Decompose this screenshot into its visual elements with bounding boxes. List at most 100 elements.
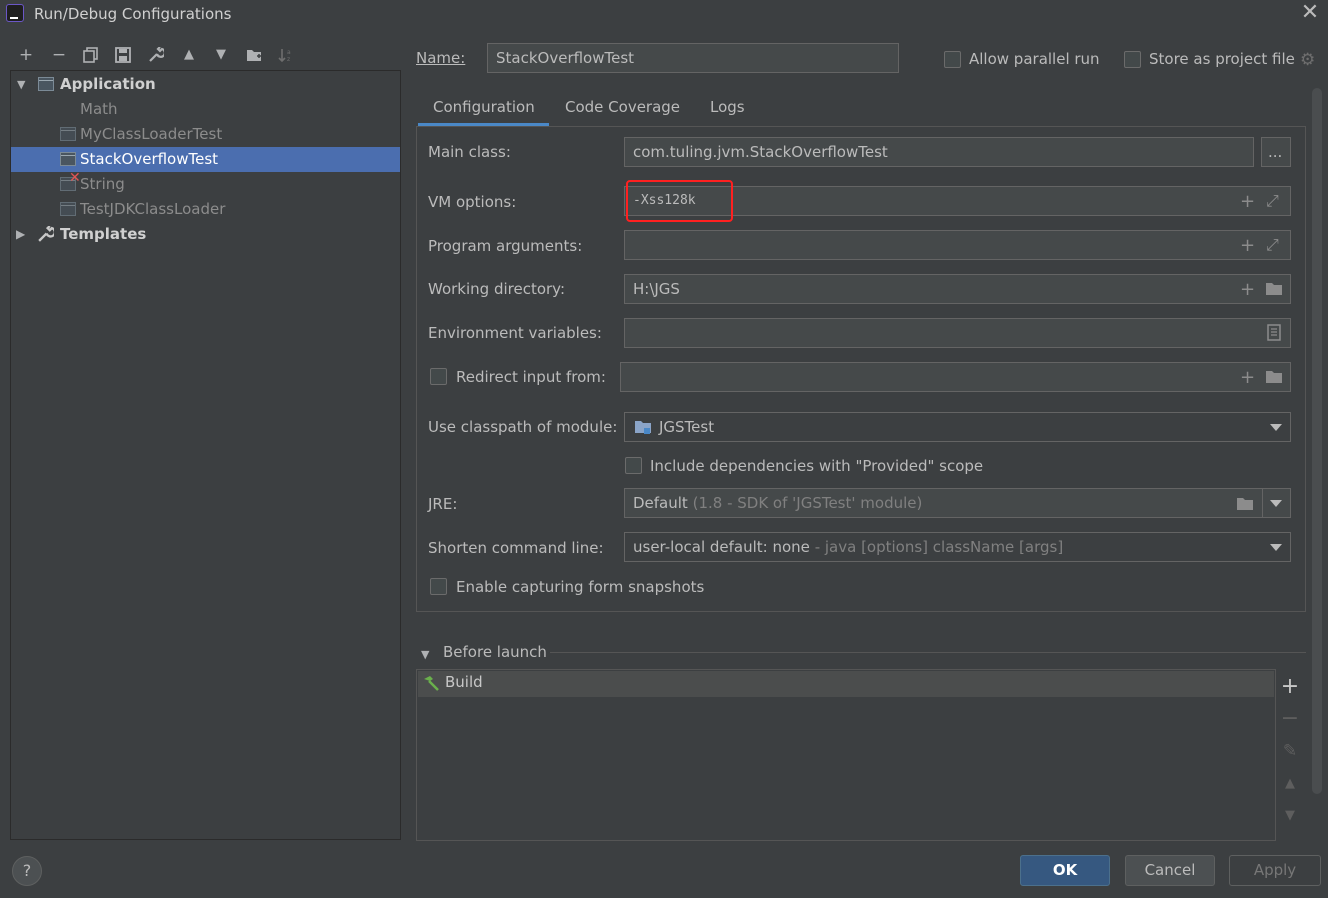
tree-group-application[interactable]: ▼ Application (11, 72, 400, 97)
chevron-down-icon[interactable] (1270, 424, 1282, 431)
shorten-value: user-local default: none (633, 538, 810, 556)
cancel-button[interactable]: Cancel (1125, 855, 1215, 886)
divider (1262, 489, 1263, 517)
name-input[interactable]: StackOverflowTest (487, 43, 899, 73)
tab-code-coverage[interactable]: Code Coverage (565, 96, 680, 126)
copy-icon[interactable] (80, 44, 102, 66)
scrollbar[interactable] (1312, 88, 1322, 794)
move-down-icon[interactable]: ▼ (210, 44, 232, 66)
title-bar: Run/Debug Configurations ✕ (0, 0, 1328, 30)
store-project-label: Store as project file (1149, 50, 1295, 68)
remove-icon[interactable]: − (1280, 706, 1300, 731)
tab-logs[interactable]: Logs (710, 96, 745, 126)
classpath-module-label: Use classpath of module: (428, 418, 618, 436)
main-class-label: Main class: (428, 143, 511, 161)
chevron-down-icon[interactable] (1270, 500, 1282, 507)
document-icon[interactable] (1267, 324, 1281, 345)
save-icon[interactable] (112, 44, 134, 66)
add-icon[interactable]: + (15, 44, 37, 66)
allow-parallel-checkbox[interactable] (944, 51, 961, 68)
wrench-icon[interactable] (145, 44, 167, 66)
hammer-icon (422, 675, 440, 697)
redirect-input-checkbox[interactable] (430, 368, 447, 385)
tree-item-testjdkclassloader[interactable]: TestJDKClassLoader (11, 197, 400, 222)
working-directory-input[interactable]: H:\JGS (624, 274, 1291, 304)
tab-configuration[interactable]: Configuration (418, 96, 549, 126)
folder-add-icon[interactable] (243, 44, 265, 66)
configuration-tree: ▼ Application Math MyClassLoaderTest Sta… (10, 70, 401, 840)
include-dependencies-checkbox[interactable] (625, 457, 642, 474)
edit-pencil-icon[interactable]: ✎ (1280, 741, 1300, 761)
expand-icon[interactable]: ⤢ (1266, 191, 1279, 211)
folder-icon[interactable] (1265, 369, 1283, 388)
tree-item-label: MyClassLoaderTest (80, 125, 223, 143)
collapse-arrow-icon[interactable]: ▶ (16, 222, 25, 247)
enable-snapshots-label: Enable capturing form snapshots (456, 578, 705, 596)
tree-item-myclassloadertest[interactable]: MyClassLoaderTest (11, 122, 400, 147)
folder-icon[interactable] (1236, 496, 1254, 515)
add-icon[interactable]: + (1240, 367, 1255, 388)
enable-snapshots-checkbox[interactable] (430, 578, 447, 595)
application-icon (60, 127, 76, 141)
svg-text:a: a (287, 49, 291, 56)
main-class-input[interactable]: com.tuling.jvm.StackOverflowTest (624, 137, 1254, 167)
jre-value: Default (633, 494, 688, 512)
name-label: Name: (416, 49, 466, 67)
module-folder-icon (634, 419, 652, 439)
tree-item-label: String (80, 175, 125, 193)
wrench-icon (37, 225, 56, 251)
jre-label: JRE: (428, 495, 458, 513)
tree-item-math[interactable]: Math (11, 97, 400, 122)
list-item-label: Build (445, 673, 483, 691)
program-arguments-input[interactable] (624, 230, 1291, 260)
window-title: Run/Debug Configurations (34, 5, 232, 23)
application-icon (60, 152, 76, 166)
shorten-hint: - java [options] className [args] (814, 538, 1064, 556)
move-up-icon[interactable]: ▲ (178, 44, 200, 66)
add-icon[interactable]: + (1240, 279, 1255, 300)
chevron-down-icon[interactable] (1270, 544, 1282, 551)
tree-group-label: Application (60, 75, 156, 93)
redirect-input-field[interactable] (620, 362, 1291, 392)
add-icon[interactable]: + (1280, 674, 1300, 699)
add-icon[interactable]: + (1240, 191, 1255, 212)
svg-text:z: z (287, 56, 290, 63)
help-button[interactable]: ? (12, 856, 42, 886)
allow-parallel-label: Allow parallel run (969, 50, 1100, 68)
store-project-checkbox[interactable] (1124, 51, 1141, 68)
folder-icon[interactable] (1265, 281, 1283, 300)
intellij-logo-icon (6, 4, 24, 22)
working-directory-label: Working directory: (428, 280, 566, 298)
application-icon (60, 202, 76, 216)
tree-group-label: Templates (60, 225, 147, 243)
sort-icon[interactable]: az (275, 44, 297, 66)
expand-arrow-icon[interactable]: ▼ (17, 72, 25, 97)
jre-select[interactable]: Default (1.8 - SDK of 'JGSTest' module) (624, 488, 1291, 518)
before-launch-list: Build (416, 669, 1276, 841)
remove-icon[interactable]: − (48, 44, 70, 66)
section-divider (550, 652, 1306, 653)
tree-item-label: StackOverflowTest (80, 150, 219, 168)
collapse-arrow-icon[interactable]: ▼ (421, 648, 429, 661)
gear-icon[interactable]: ⚙ (1300, 50, 1315, 70)
shorten-command-select[interactable]: user-local default: none - java [options… (624, 532, 1291, 562)
environment-variables-input[interactable] (624, 318, 1291, 348)
add-icon[interactable]: + (1240, 235, 1255, 256)
tree-item-string[interactable]: ✕ String (11, 170, 400, 197)
expand-icon[interactable]: ⤢ (1266, 235, 1279, 255)
list-item-build[interactable]: Build (418, 671, 1274, 697)
browse-button[interactable]: ... (1261, 137, 1291, 167)
ok-button[interactable]: OK (1020, 855, 1110, 886)
close-icon[interactable]: ✕ (1299, 2, 1321, 24)
redirect-input-label: Redirect input from: (456, 368, 606, 386)
error-mark-icon: ✕ (69, 170, 81, 186)
include-dependencies-label: Include dependencies with "Provided" sco… (650, 457, 984, 475)
classpath-module-select[interactable]: JGSTest (624, 412, 1291, 442)
jre-hint: (1.8 - SDK of 'JGSTest' module) (692, 494, 923, 512)
move-down-icon[interactable]: ▼ (1280, 808, 1300, 823)
move-up-icon[interactable]: ▲ (1280, 776, 1300, 791)
tree-group-templates[interactable]: ▶ Templates (11, 222, 400, 247)
vm-options-label: VM options: (428, 193, 517, 211)
apply-button[interactable]: Apply (1229, 855, 1321, 886)
tree-item-label: Math (80, 100, 118, 118)
